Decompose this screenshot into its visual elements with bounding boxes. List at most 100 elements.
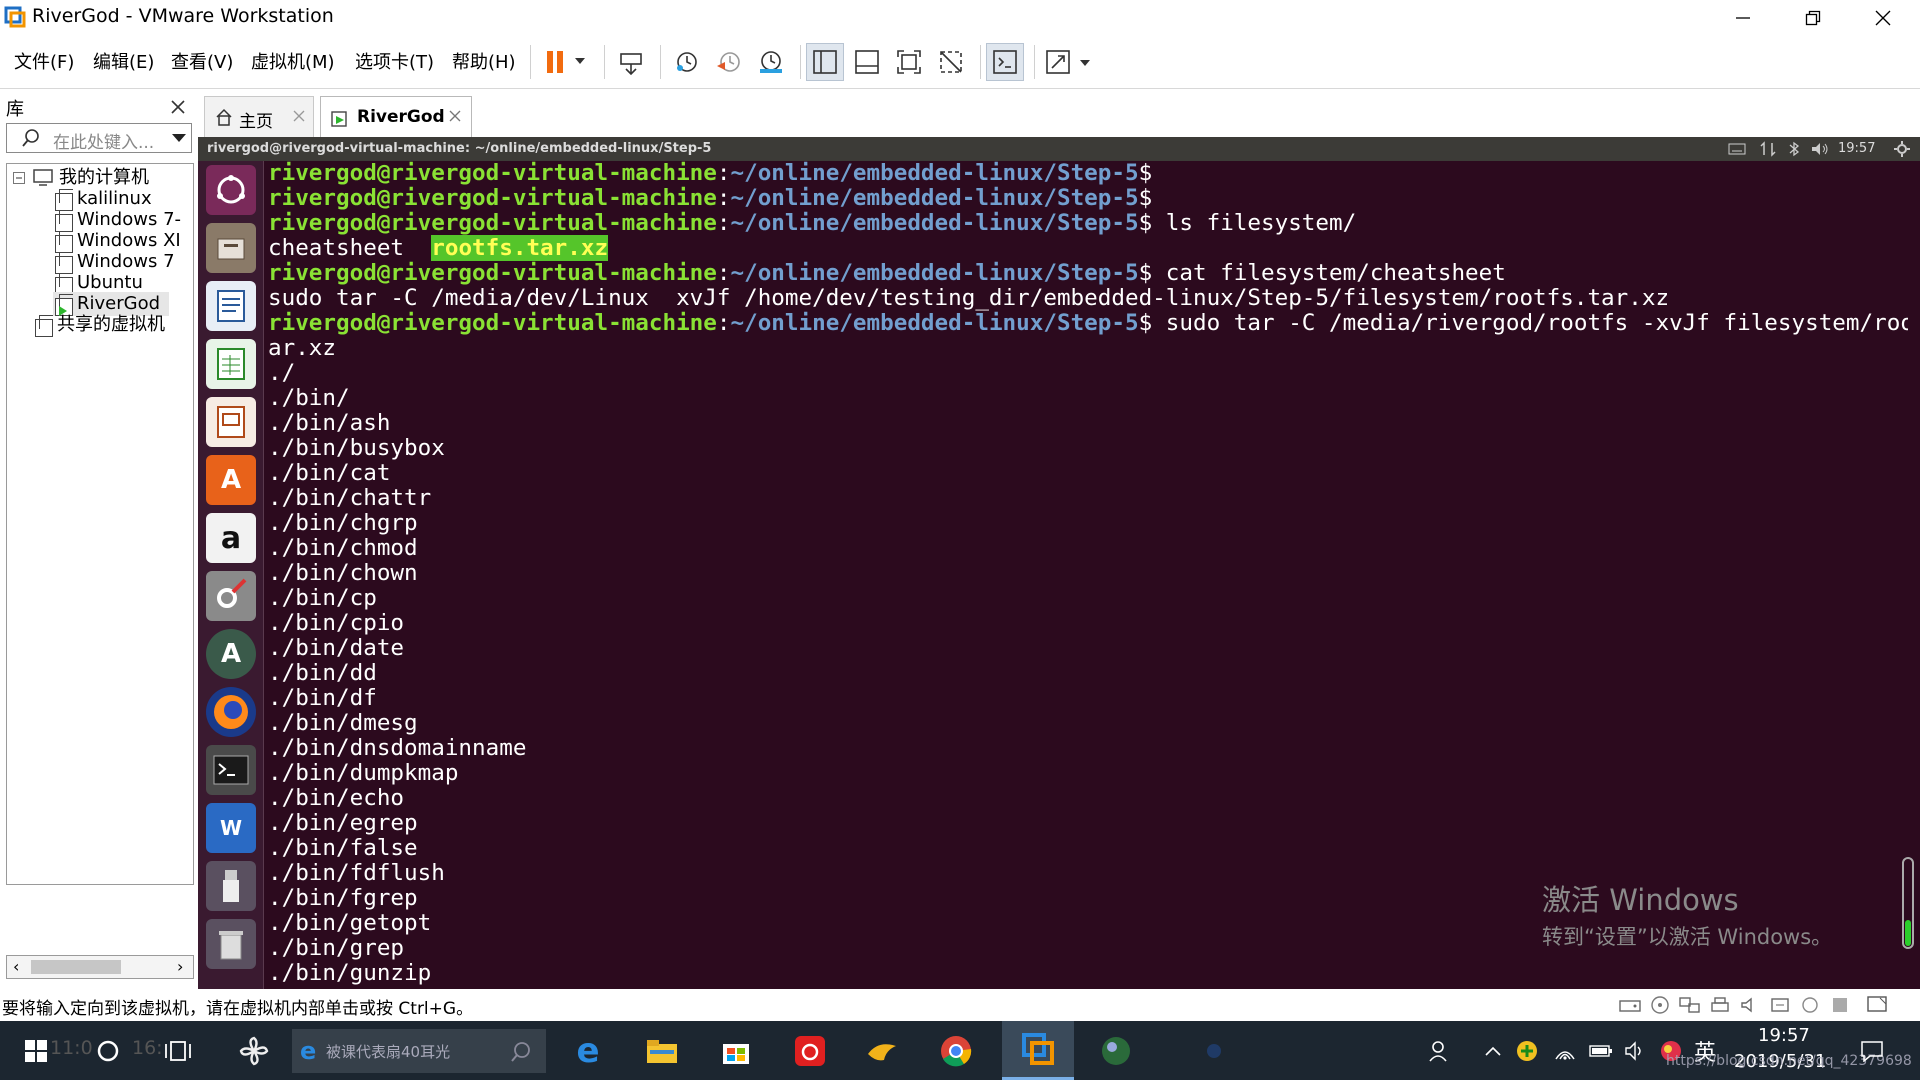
terminal-icon[interactable] xyxy=(206,745,256,795)
hard-disk-icon[interactable] xyxy=(1618,995,1642,1015)
pinwheel-app-button[interactable] xyxy=(230,1021,278,1080)
collapse-icon[interactable] xyxy=(13,172,25,184)
message-log-icon[interactable] xyxy=(1866,995,1888,1015)
speaker-icon xyxy=(1625,1040,1641,1061)
sound-card-icon[interactable] xyxy=(1738,995,1762,1015)
usb-controller-icon[interactable] xyxy=(1768,995,1792,1015)
netease-music-button[interactable] xyxy=(786,1021,834,1080)
scroll-right-icon[interactable]: › xyxy=(177,957,183,976)
volume-icon[interactable] xyxy=(1810,141,1830,157)
tab-rivergod[interactable]: RiverGod xyxy=(320,96,472,137)
tree-label: 共享的虚拟机 xyxy=(57,314,165,335)
qq-tray-button[interactable] xyxy=(1656,1021,1686,1080)
removable-device-icon[interactable] xyxy=(1828,995,1852,1015)
prompt-path: ~/online/embedded-linux/Step-5 xyxy=(730,310,1139,336)
writer-icon[interactable] xyxy=(206,281,256,331)
action-center-button[interactable] xyxy=(1854,1021,1890,1080)
terminal-line: ./bin/ xyxy=(268,385,350,411)
vmware-taskbar-button[interactable] xyxy=(1002,1021,1074,1080)
vm-scroll-indicator[interactable] xyxy=(1902,857,1914,949)
close-tab-icon[interactable] xyxy=(449,110,461,122)
files-icon[interactable] xyxy=(206,223,256,273)
settings-gear-icon[interactable] xyxy=(1894,141,1910,157)
chrome-button[interactable] xyxy=(932,1021,980,1080)
software-center-icon[interactable]: A xyxy=(206,455,256,505)
taskbar-search-box[interactable]: e 被课代表扇40耳光 xyxy=(292,1029,546,1073)
scroll-left-icon[interactable]: ‹ xyxy=(13,957,19,976)
tray-plus-button[interactable] xyxy=(1512,1021,1542,1080)
wifi-button[interactable] xyxy=(1550,1021,1580,1080)
amazon-icon[interactable]: a xyxy=(206,513,256,563)
usb-drive-icon[interactable] xyxy=(206,861,256,911)
battery-button[interactable] xyxy=(1586,1021,1616,1080)
taskbar-time[interactable]: 19:57 xyxy=(1758,1025,1810,1046)
send-ctrl-alt-del-button[interactable] xyxy=(612,43,650,81)
network-adapter-icon[interactable] xyxy=(1678,995,1702,1015)
tab-home[interactable]: 主页 xyxy=(204,96,314,137)
people-button[interactable] xyxy=(1424,1021,1456,1080)
store-button[interactable] xyxy=(712,1021,760,1080)
printer-icon[interactable] xyxy=(1708,995,1732,1015)
terminal-line: ./ xyxy=(268,360,296,386)
restore-button[interactable] xyxy=(1784,0,1842,35)
revert-snapshot-button[interactable] xyxy=(710,43,748,81)
firefox-icon[interactable] xyxy=(206,687,256,737)
tree-shared-vms[interactable]: 共享的虚拟机 xyxy=(33,313,193,337)
ubuntu-clock[interactable]: 19:57 xyxy=(1838,141,1875,156)
menu-file[interactable]: 文件(F) xyxy=(14,48,74,74)
keyboard-indicator-icon[interactable] xyxy=(1728,142,1746,156)
show-library-button[interactable] xyxy=(806,43,844,81)
show-hidden-icons-button[interactable] xyxy=(1480,1021,1506,1080)
start-button[interactable] xyxy=(12,1021,60,1080)
software-updater-icon[interactable]: A xyxy=(206,629,256,679)
close-button[interactable] xyxy=(1854,0,1912,35)
bluetooth-icon[interactable] xyxy=(1788,141,1800,157)
impress-icon[interactable] xyxy=(206,397,256,447)
close-tab-icon[interactable] xyxy=(293,110,305,122)
library-horizontal-scrollbar[interactable]: ‹ › xyxy=(6,955,194,979)
globe-app-button[interactable] xyxy=(1080,1021,1152,1080)
terminal-line: ./bin/egrep xyxy=(268,810,418,836)
menu-help[interactable]: 帮助(H) xyxy=(452,48,516,74)
task-view-button[interactable] xyxy=(154,1021,202,1080)
menu-edit[interactable]: 编辑(E) xyxy=(93,48,154,74)
wifi-icon xyxy=(1555,1050,1575,1060)
library-close-button[interactable] xyxy=(170,93,186,120)
unity-mode-button[interactable] xyxy=(932,43,970,81)
edge-taskbar-button[interactable]: e xyxy=(564,1021,612,1080)
network-icon[interactable] xyxy=(1760,141,1776,157)
volume-button[interactable] xyxy=(1620,1021,1650,1080)
wps-icon[interactable]: W xyxy=(206,803,256,853)
snapshot-button[interactable] xyxy=(668,43,706,81)
minimize-icon xyxy=(1736,16,1750,19)
menu-vm[interactable]: 虚拟机(M) xyxy=(251,48,335,74)
system-settings-icon[interactable] xyxy=(206,571,256,621)
vm-console[interactable]: rivergod@rivergod-virtual-machine: ~/onl… xyxy=(198,137,1920,989)
menu-tabs[interactable]: 选项卡(T) xyxy=(355,48,434,74)
cd-dvd-icon[interactable] xyxy=(1648,995,1672,1015)
terminal-output[interactable]: rivergod@rivergod-virtual-machine:~/onli… xyxy=(268,161,1908,989)
stretch-icon xyxy=(1046,50,1090,74)
full-screen-button[interactable] xyxy=(890,43,928,81)
edge-e-icon: e xyxy=(300,1037,317,1065)
chat-app-button[interactable] xyxy=(858,1021,906,1080)
library-search-input[interactable]: 在此处键入... xyxy=(6,123,192,153)
command-text: $ xyxy=(1138,185,1153,211)
menu-view[interactable]: 查看(V) xyxy=(171,48,233,74)
console-view-button[interactable] xyxy=(986,43,1024,81)
trash-icon[interactable] xyxy=(206,919,256,969)
stretch-view-button[interactable] xyxy=(1040,43,1100,81)
display-icon[interactable] xyxy=(1798,995,1822,1015)
minimize-button[interactable] xyxy=(1714,0,1772,35)
pause-button[interactable] xyxy=(536,43,596,81)
thumbnail-bar-button[interactable] xyxy=(848,43,886,81)
ubuntu-dash-icon[interactable] xyxy=(206,165,256,215)
chevron-down-icon[interactable] xyxy=(171,132,187,144)
snapshot-manager-icon xyxy=(760,51,782,73)
cortana-button[interactable] xyxy=(84,1021,132,1080)
calc-icon[interactable] xyxy=(206,339,256,389)
file-explorer-button[interactable] xyxy=(638,1021,686,1080)
snapshot-manager-button[interactable] xyxy=(752,43,790,81)
scrollbar-thumb[interactable] xyxy=(31,960,121,974)
dot-icon xyxy=(1207,1044,1221,1058)
